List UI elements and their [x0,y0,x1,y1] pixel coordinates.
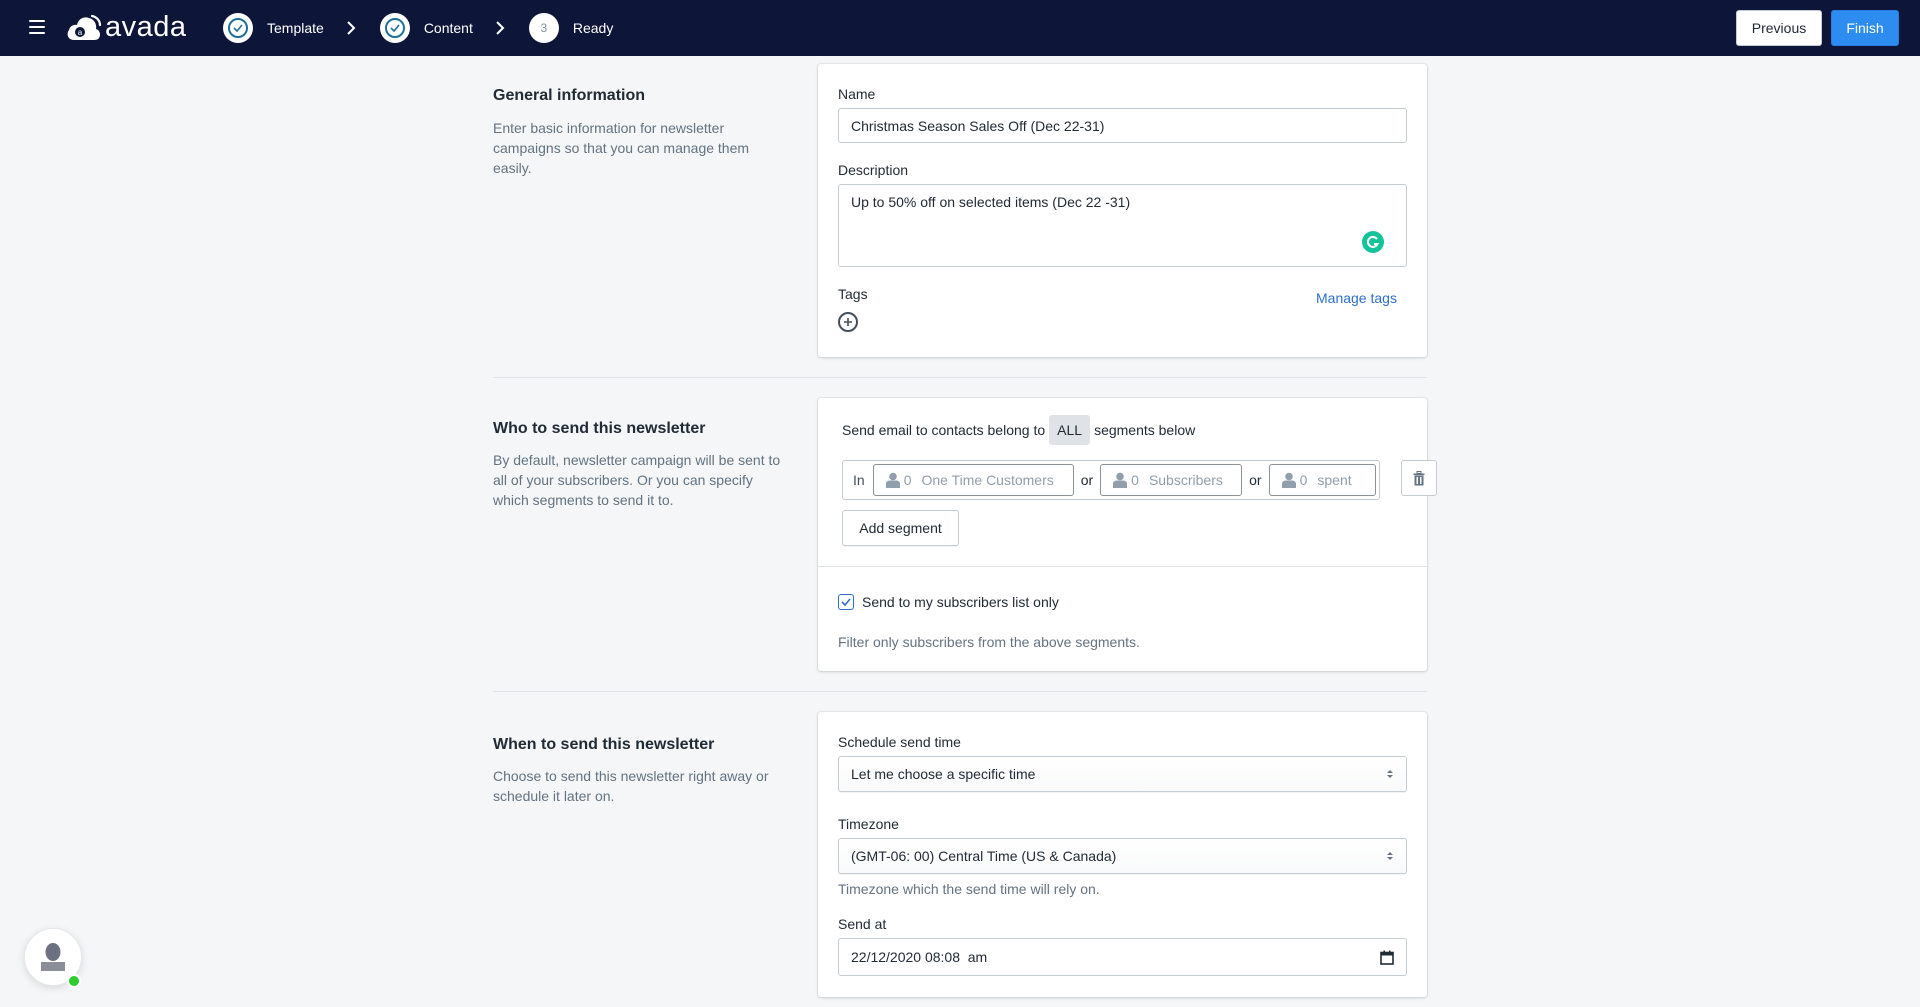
section-title: General information [493,87,646,104]
add-tag-icon[interactable] [838,312,858,332]
schedule-value: Let me choose a specific time [851,766,1036,782]
segment-count: 0 [1131,472,1139,488]
person-icon [1113,472,1128,488]
when-card: Schedule send time Let me choose a speci… [818,712,1427,997]
top-bar: a avada Template Content 3 Ready Previou… [0,0,1920,56]
subscribers-only-checkbox[interactable] [838,594,854,610]
checkmark-icon [841,598,851,606]
or-label: or [1249,472,1262,488]
step-label: Content [423,20,473,36]
step-number: 3 [540,21,548,35]
segment-rule: Send email to contacts belong to ALL seg… [842,415,1195,445]
timezone-help-text: Timezone which the send time will rely o… [838,881,1100,897]
step-ready[interactable]: 3 Ready [528,13,614,43]
schedule-label: Schedule send time [838,734,961,750]
segment-chip[interactable]: 0 spent [1268,464,1376,496]
segment-name: Subscribers [1148,472,1223,488]
timezone-select[interactable]: (GMT-06: 00) Central Time (US & Canada) [838,838,1407,874]
section-description: By default, newsletter campaign will be … [493,452,781,508]
manage-tags-link[interactable]: Manage tags [1316,290,1397,306]
online-status-dot [67,974,81,988]
segment-name: One Time Customers [921,472,1054,488]
match-all-badge[interactable]: ALL [1049,415,1091,445]
name-label: Name [838,86,876,102]
add-segment-button[interactable]: Add segment [842,510,959,546]
segment-count: 0 [903,472,912,488]
person-icon [1281,472,1296,488]
chevron-right-icon [347,21,356,35]
menu-icon[interactable] [29,20,45,34]
general-info-section: General information Enter basic informat… [493,87,783,178]
calendar-icon[interactable] [1380,950,1394,965]
check-icon [384,18,405,38]
section-title: When to send this newsletter [493,736,715,753]
send-at-input[interactable]: 22/12/2020 08:08 am [838,938,1407,976]
step-content[interactable]: Content [379,13,473,43]
person-icon [885,472,900,488]
select-arrows-icon [1387,770,1393,778]
segment-chip[interactable]: 0 One Time Customers [872,464,1074,496]
tags-label: Tags [838,286,868,302]
delete-segment-button[interactable] [1401,460,1437,496]
check-icon [228,18,248,38]
agent-avatar-icon [41,943,65,971]
logo[interactable]: a avada [66,12,187,42]
step-label: Ready [572,20,614,36]
description-label: Description [838,162,909,178]
avada-cloud-icon: a [67,14,102,40]
stepper: Template Content 3 Ready [223,13,613,43]
section-divider [493,377,1427,378]
segment-count: 0 [1299,472,1308,488]
section-divider [493,691,1427,692]
who-card: Send email to contacts belong to ALL seg… [818,398,1437,671]
send-at-value: 22/12/2020 08:08 am [851,949,988,965]
finish-button[interactable]: Finish [1831,10,1899,46]
general-info-card: Name Christmas Season Sales Off (Dec 22-… [818,64,1427,357]
description-textarea[interactable]: Up to 50% off on selected items (Dec 22 … [838,184,1407,267]
trash-icon [1413,470,1425,485]
segment-group: In 0 One Time Customers or 0 Subscribers… [842,460,1380,500]
previous-button[interactable]: Previous [1736,10,1822,46]
grammarly-icon[interactable] [1362,231,1384,253]
select-arrows-icon [1387,852,1393,860]
segment-chip[interactable]: 0 Subscribers [1100,464,1243,496]
section-title: Who to send this newsletter [493,420,706,437]
step-template[interactable]: Template [223,13,324,43]
section-description: Enter basic information for newsletter c… [493,120,750,176]
schedule-select[interactable]: Let me choose a specific time [838,756,1407,792]
send-at-label: Send at [838,916,887,932]
timezone-value: (GMT-06: 00) Central Time (US & Canada) [851,848,1117,864]
subscribers-only-label[interactable]: Send to my subscribers list only [862,594,1059,610]
step-label: Template [267,20,324,36]
filter-help-text: Filter only subscribers from the above s… [838,634,1140,650]
name-input[interactable]: Christmas Season Sales Off (Dec 22-31) [838,108,1407,143]
when-section: When to send this newsletter Choose to s… [493,736,783,806]
chevron-right-icon [496,21,505,35]
brand-name: avada [105,11,187,43]
in-label: In [853,472,865,488]
rule-suffix: segments below [1094,422,1196,438]
who-section: Who to send this newsletter By default, … [493,420,783,510]
svg-text:a: a [78,28,83,37]
section-description: Choose to send this newsletter right awa… [493,768,769,804]
segment-name: spent [1317,472,1352,488]
timezone-label: Timezone [838,816,899,832]
card-divider [818,566,1427,567]
rule-prefix: Send email to contacts belong to [842,422,1046,438]
or-label: or [1080,472,1094,488]
